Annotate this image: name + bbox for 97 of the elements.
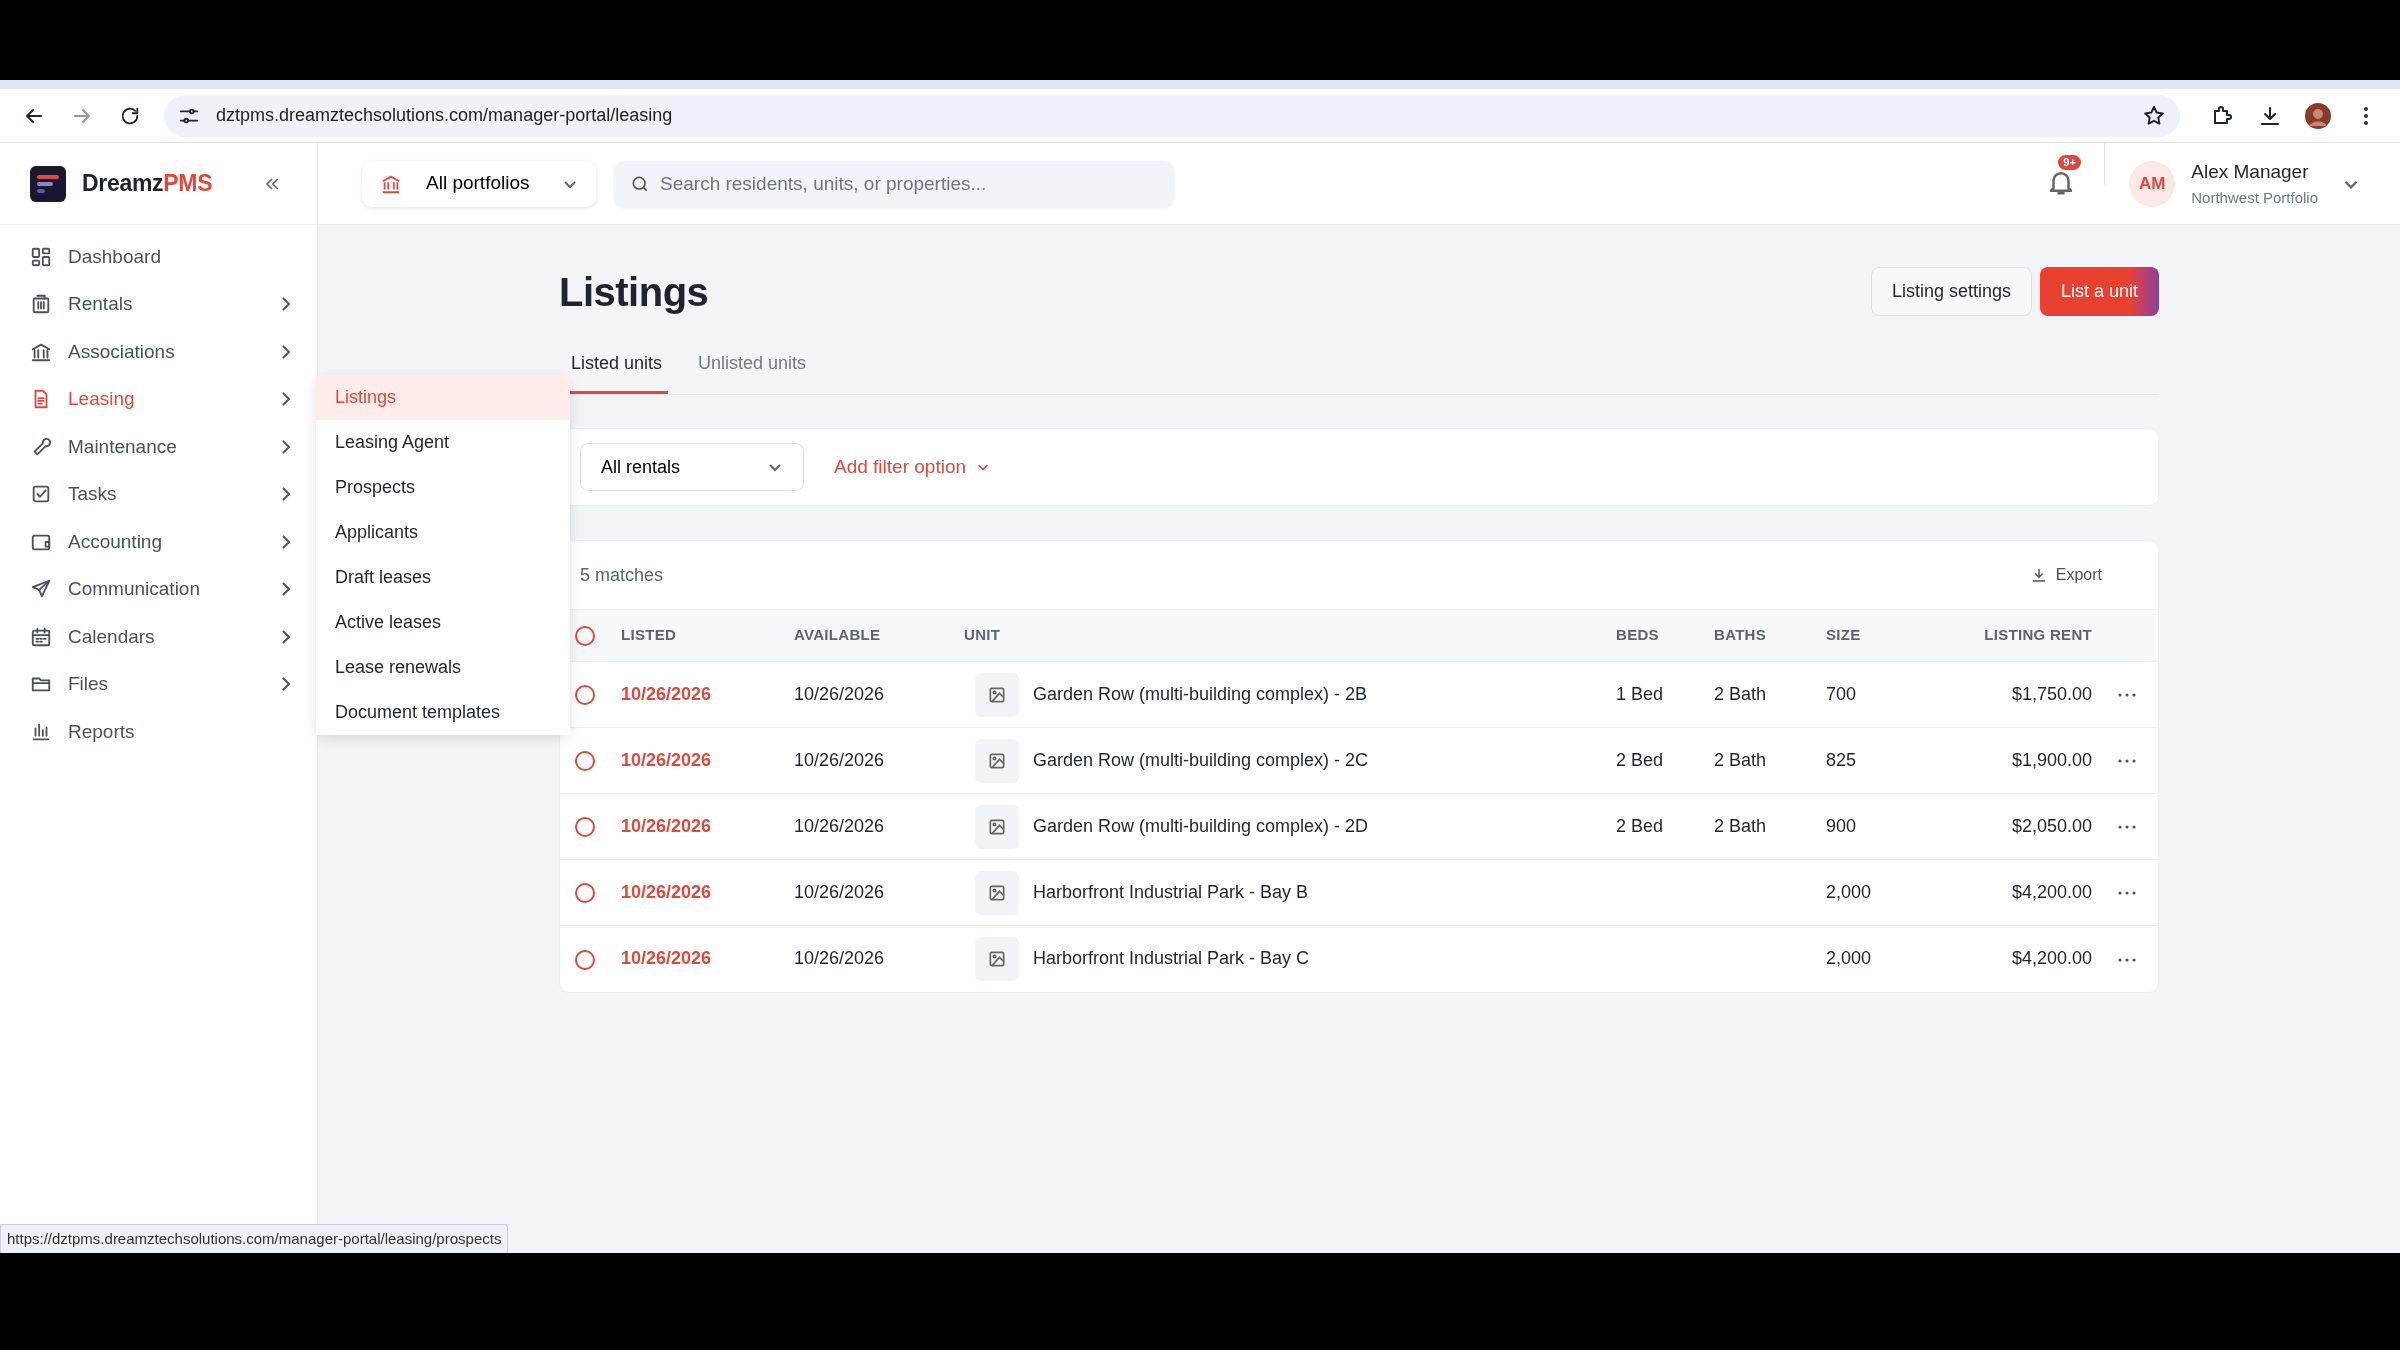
listing-rent: $2,050.00: [2011, 816, 2092, 836]
column-header: BEDS: [1615, 609, 1713, 662]
more-options-icon[interactable]: [2117, 891, 2136, 896]
portfolio-select[interactable]: All portfolios: [362, 160, 596, 207]
sidebar-item[interactable]: Calendars: [0, 613, 317, 661]
sidebar-item[interactable]: Accounting: [0, 518, 317, 566]
available-date: 10/26/2026: [794, 684, 885, 704]
user-portfolio: Northwest Portfolio: [2191, 187, 2318, 208]
image-placeholder-icon: [975, 672, 1019, 717]
listing-rent: $4,200.00: [2011, 948, 2092, 969]
unit-name: Harborfront Industrial Park - Bay C: [1033, 947, 1310, 968]
available-date: 10/26/2026: [794, 948, 885, 969]
tab[interactable]: Unlisted units: [692, 350, 813, 394]
address-bar[interactable]: dztpms.dreamztechsolutions.com/manager-portal/leasing: [164, 94, 2180, 137]
rentals-select[interactable]: All rentals: [580, 443, 804, 491]
baths-count: 2 Bath: [1714, 816, 1767, 836]
beds-count: 2 Bed: [1616, 816, 1664, 836]
sidebar-item[interactable]: Dashboard: [0, 233, 317, 281]
listed-date-link[interactable]: 10/26/2026: [621, 816, 712, 836]
baths-count: 2 Bath: [1714, 684, 1767, 704]
unit-size: 900: [1826, 816, 1857, 836]
unit-name: Garden Row (multi-building complex) - 2B: [1033, 683, 1368, 704]
match-count: 5 matches: [580, 563, 664, 587]
image-placeholder-icon: [975, 804, 1019, 849]
unit-size: 825: [1826, 750, 1857, 770]
status-url: https://dztpms.dreamztechsolutions.com/manager-portal/leasing/prospects: [0, 1223, 509, 1253]
row-checkbox[interactable]: [575, 751, 595, 772]
image-placeholder-icon: [975, 738, 1019, 783]
user-name: Alex Manager: [2191, 160, 2310, 184]
column-header: LISTED: [620, 609, 793, 662]
listed-date-link[interactable]: 10/26/2026: [621, 684, 712, 704]
available-date: 10/26/2026: [794, 882, 885, 902]
list-unit-button[interactable]: List a unit: [2039, 267, 2159, 316]
sidebar-item[interactable]: Associations: [0, 328, 317, 376]
submenu-item[interactable]: Listings: [316, 375, 570, 420]
unit-size: 700: [1826, 684, 1857, 704]
brand-name: DreamzPMS: [82, 169, 213, 199]
listed-date-link[interactable]: 10/26/2026: [621, 882, 712, 902]
beds-count: 1 Bed: [1616, 684, 1664, 704]
submenu-item[interactable]: Applicants: [316, 510, 570, 555]
column-header: LISTING RENT: [1965, 609, 2093, 662]
listing-rent: $4,200.00: [2011, 882, 2092, 902]
sidebar-item[interactable]: Maintenance: [0, 423, 317, 471]
submenu-item[interactable]: Lease renewals: [316, 645, 570, 690]
building-icon: [30, 293, 52, 316]
logo-icon: [30, 165, 66, 202]
submenu-item[interactable]: Prospects: [316, 465, 570, 510]
row-checkbox[interactable]: [575, 883, 595, 904]
user-avatar: AM: [2129, 160, 2176, 207]
available-date: 10/26/2026: [794, 750, 885, 770]
sidebar-item[interactable]: Rentals: [0, 280, 317, 328]
page-title: Listings: [559, 268, 709, 316]
column-header: BATHS: [1713, 609, 1825, 662]
image-placeholder-icon: [975, 936, 1019, 981]
calendar-icon: [30, 625, 52, 648]
sidebar-item[interactable]: Tasks: [0, 470, 317, 518]
available-date: 10/26/2026: [794, 816, 885, 836]
listing-rent: $1,750.00: [2011, 684, 2092, 704]
listed-date-link[interactable]: 10/26/2026: [621, 948, 712, 969]
row-checkbox[interactable]: [575, 949, 595, 970]
more-options-icon[interactable]: [2117, 693, 2136, 698]
submenu-item[interactable]: Draft leases: [316, 555, 570, 600]
image-placeholder-icon: [975, 870, 1019, 915]
column-header: AVAILABLE: [793, 609, 963, 662]
more-options-icon[interactable]: [2117, 825, 2136, 830]
profile-avatar-icon[interactable]: [2305, 102, 2331, 129]
menu-icon[interactable]: [2363, 105, 2369, 126]
star-icon[interactable]: [2142, 103, 2166, 128]
baths-count: 2 Bath: [1714, 750, 1767, 770]
sidebar-item[interactable]: Communication: [0, 565, 317, 613]
more-options-icon[interactable]: [2117, 957, 2136, 962]
submenu-item[interactable]: Active leases: [316, 600, 570, 645]
add-filter-button[interactable]: Add filter option: [828, 451, 997, 483]
search-field[interactable]: Search residents, units, or properties...: [614, 160, 1174, 207]
submenu-item[interactable]: Leasing Agent: [316, 420, 570, 465]
settings-button[interactable]: Listing settings: [1870, 267, 2032, 316]
listing-rent: $1,900.00: [2011, 750, 2092, 770]
notification-badge: 9+: [2058, 154, 2081, 170]
unit-name: Garden Row (multi-building complex) - 2C: [1033, 749, 1369, 770]
export-button[interactable]: Export: [2023, 562, 2108, 588]
select-all-checkbox[interactable]: [575, 626, 595, 647]
listed-date-link[interactable]: 10/26/2026: [621, 750, 712, 770]
unit-name: Harborfront Industrial Park - Bay B: [1033, 881, 1309, 902]
unit-name: Garden Row (multi-building complex) - 2D: [1033, 815, 1369, 836]
column-header: UNIT: [963, 609, 1615, 662]
dashboard-icon: [30, 245, 52, 268]
unit-size: 2,000: [1826, 948, 1872, 969]
row-checkbox[interactable]: [575, 685, 595, 706]
sidebar-item[interactable]: Files: [0, 660, 317, 708]
row-checkbox[interactable]: [575, 817, 595, 838]
column-header: SIZE: [1825, 609, 1965, 662]
unit-size: 2,000: [1826, 882, 1872, 902]
sidebar-item[interactable]: Leasing: [0, 375, 317, 423]
sidebar-item[interactable]: Reports: [0, 708, 317, 756]
more-options-icon[interactable]: [2117, 759, 2136, 764]
beds-count: 2 Bed: [1616, 750, 1664, 770]
submenu-item[interactable]: Document templates: [316, 690, 570, 735]
